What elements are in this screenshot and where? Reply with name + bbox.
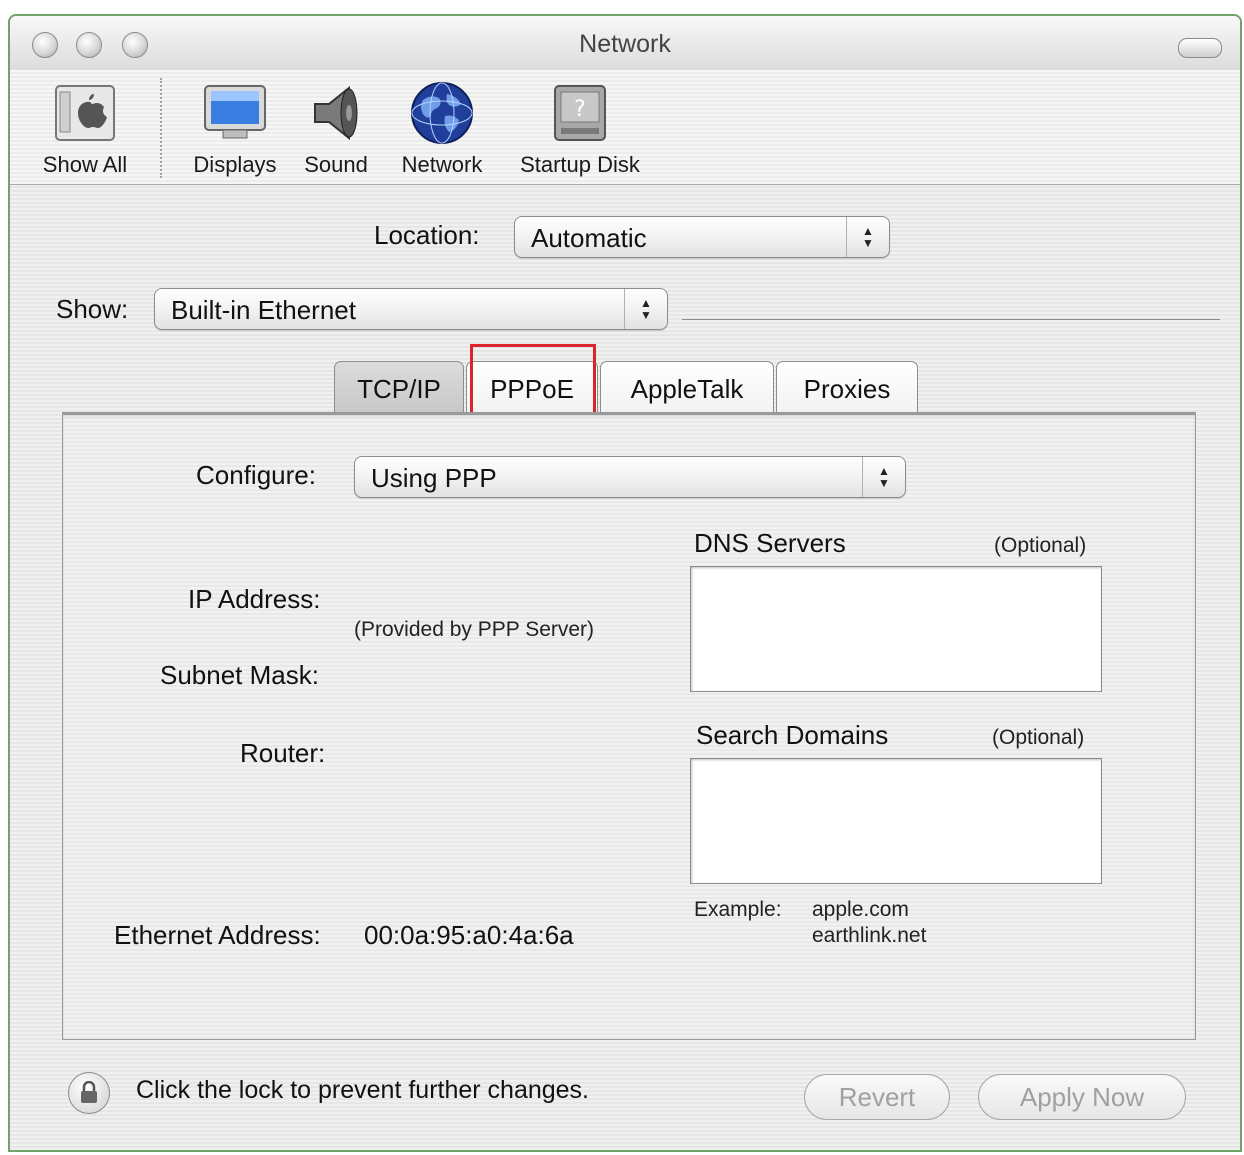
window-title: Network [579, 30, 671, 58]
search-optional-label: (Optional) [992, 726, 1085, 749]
network-preferences-window: Network Show All Displays Sound Network … [8, 14, 1242, 1152]
show-label: Show: [56, 294, 129, 324]
ethernet-address-value: 00:0a:95:a0:4a:6a [364, 920, 574, 950]
toolbar-show-all[interactable]: Show All [30, 80, 140, 178]
toolbar-label: Sound [304, 152, 368, 177]
toolbar-label: Displays [193, 152, 277, 177]
toolbar-displays[interactable]: Displays [180, 80, 290, 178]
location-value: Automatic [531, 223, 647, 253]
toolbar-separator [160, 78, 162, 178]
show-value: Built-in Ethernet [171, 295, 356, 325]
popup-arrows-icon: ▲ ▼ [624, 289, 667, 329]
popup-arrows-icon: ▲ ▼ [862, 457, 905, 497]
apply-now-button[interactable]: Apply Now [978, 1074, 1186, 1120]
example-label: Example: [694, 898, 782, 921]
search-domains-label: Search Domains [696, 720, 889, 750]
ethernet-address-label: Ethernet Address: [114, 920, 321, 950]
location-popup[interactable]: Automatic ▲ ▼ [514, 216, 890, 258]
configure-popup[interactable]: Using PPP ▲ ▼ [354, 456, 906, 498]
toolbar-sound[interactable]: Sound [296, 80, 376, 178]
toolbar-network[interactable]: Network [390, 80, 494, 178]
dns-servers-label: DNS Servers [694, 528, 846, 558]
lock-message: Click the lock to prevent further change… [136, 1076, 590, 1104]
search-domains-field[interactable] [690, 758, 1102, 884]
hard-disk-icon: ? [545, 80, 615, 146]
provided-by-note: (Provided by PPP Server) [354, 618, 595, 641]
speaker-icon [301, 80, 371, 146]
toolbar-startup-disk[interactable]: ? Startup Disk [510, 80, 650, 178]
divider [682, 319, 1220, 320]
example-value-2: earthlink.net [812, 924, 927, 947]
dns-optional-label: (Optional) [994, 534, 1087, 557]
revert-button[interactable]: Revert [804, 1074, 950, 1120]
dns-servers-field[interactable] [690, 566, 1102, 692]
ip-address-label: IP Address: [188, 584, 321, 614]
configure-value: Using PPP [371, 463, 497, 493]
globe-icon [407, 80, 477, 146]
configure-label: Configure: [196, 460, 316, 490]
lock-button[interactable] [68, 1072, 110, 1114]
display-icon [200, 80, 270, 146]
toolbar-label: Show All [42, 152, 128, 177]
title-bar: Network [10, 16, 1240, 71]
toolbar-label: Startup Disk [520, 152, 640, 177]
subnet-mask-label: Subnet Mask: [160, 660, 319, 690]
lock-icon [81, 1081, 97, 1103]
pppoe-highlight-box [470, 344, 596, 420]
toolbar-toggle-button[interactable] [1178, 38, 1222, 58]
toolbar-label: Network [401, 152, 483, 177]
popup-arrows-icon: ▲ ▼ [846, 217, 889, 257]
svg-text:?: ? [574, 97, 586, 122]
router-label: Router: [240, 738, 326, 768]
apple-system-icon [50, 80, 120, 146]
show-popup[interactable]: Built-in Ethernet ▲ ▼ [154, 288, 668, 330]
location-label: Location: [374, 220, 480, 250]
example-value-1: apple.com [812, 898, 909, 921]
toolbar: Show All Displays Sound Network ? Startu… [10, 70, 1240, 185]
